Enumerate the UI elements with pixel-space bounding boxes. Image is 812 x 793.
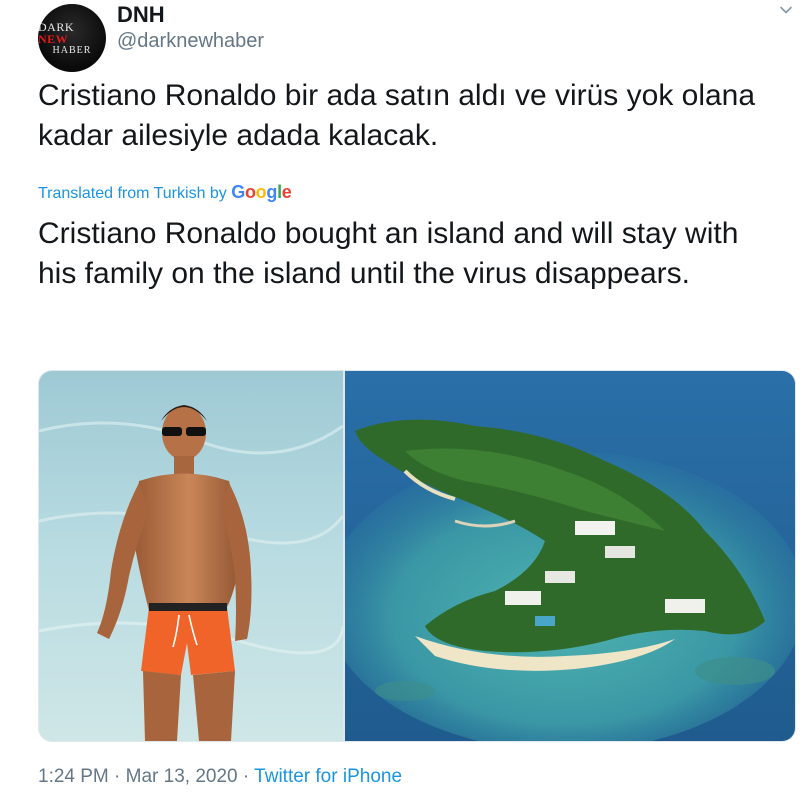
display-name[interactable]: DNH [117, 2, 165, 28]
tweet-time[interactable]: 1:24 PM [38, 766, 109, 787]
chevron-down-icon[interactable] [778, 2, 794, 18]
translated-label-text: Translated from Turkish by [38, 185, 227, 202]
man-on-beach-photo[interactable] [39, 371, 343, 741]
avatar[interactable]: DARK NEW HABER [38, 4, 106, 72]
footer-separator: · [114, 766, 121, 787]
tweet-text: Cristiano Ronaldo bir ada satın aldı ve … [38, 79, 756, 152]
footer-separator: · [242, 766, 250, 787]
google-logo: Google [231, 182, 292, 202]
user-handle[interactable]: @darknewhaber [117, 30, 264, 53]
media-grid[interactable] [38, 370, 796, 742]
translated-from-label[interactable]: Translated from Turkish by Google [38, 182, 292, 203]
avatar-logo-line2: HABER [52, 44, 92, 56]
tweet-date[interactable]: Mar 13, 2020 [126, 766, 238, 787]
translated-text: Cristiano Ronaldo bought an island and w… [38, 217, 739, 290]
avatar-logo-line1: DARK NEW [38, 19, 75, 46]
tweet-footer: 1:24 PM · Mar 13, 2020 · Twitter for iPh… [38, 766, 402, 788]
island-aerial-photo[interactable] [345, 371, 795, 741]
tweet-source-link[interactable]: Twitter for iPhone [254, 766, 402, 787]
